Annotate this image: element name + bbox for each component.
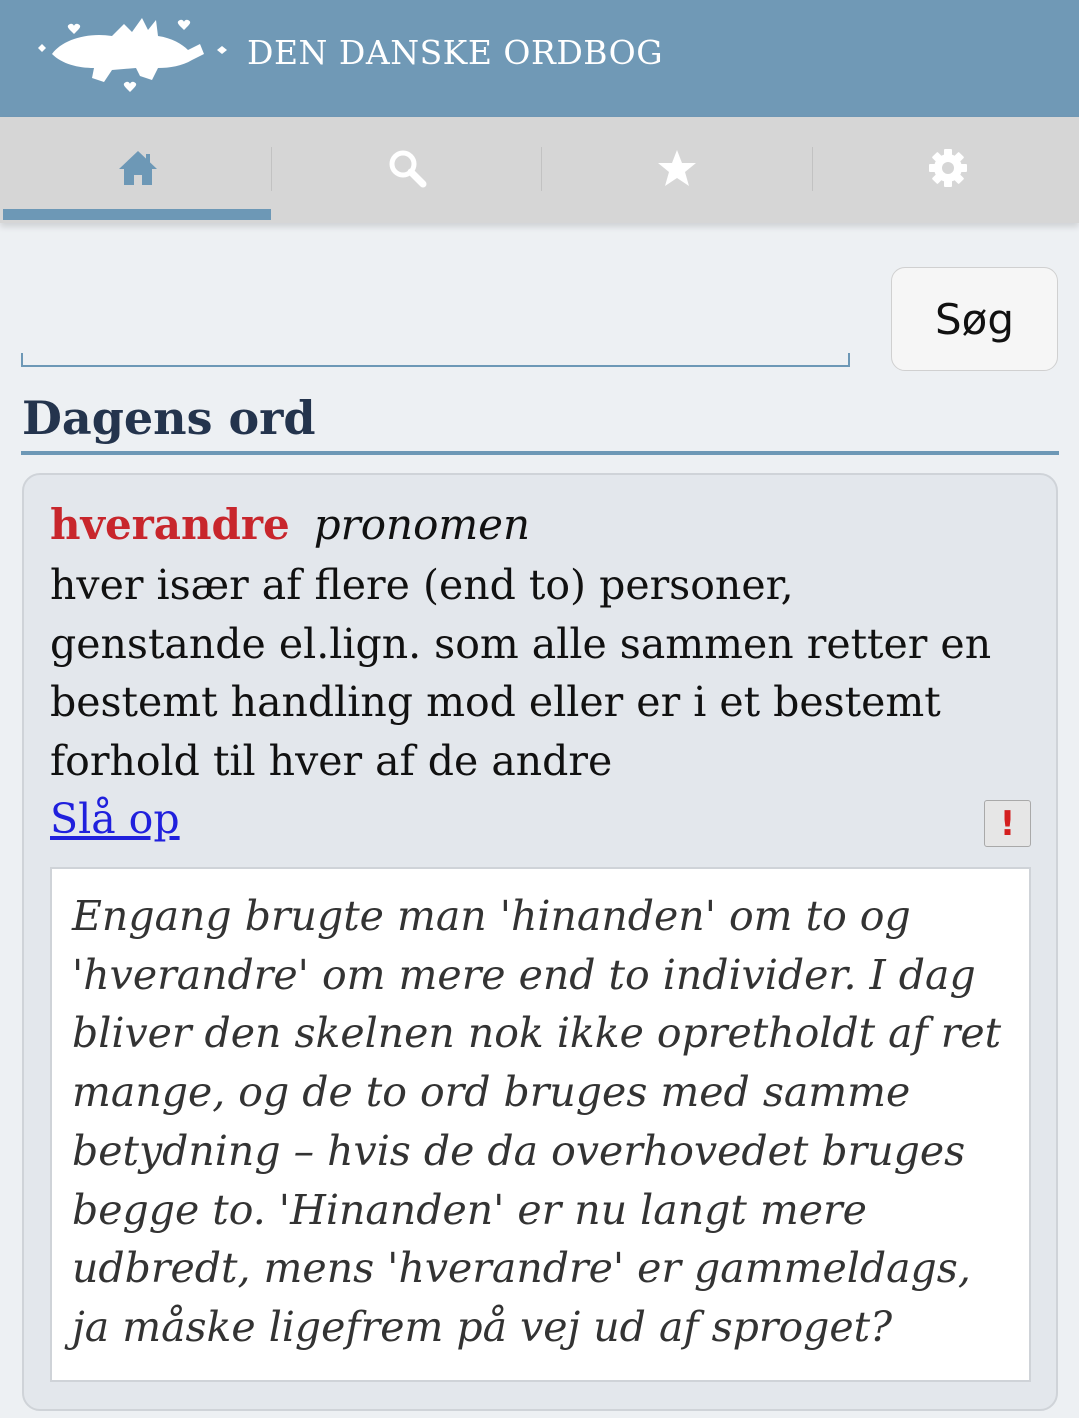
tab-favorites[interactable] [542, 117, 812, 223]
word-class: pronomen [313, 500, 531, 549]
exclamation-icon: ! [999, 803, 1016, 844]
tab-bar [0, 117, 1079, 223]
search-input-underline [21, 353, 850, 367]
headword-line: hverandre pronomen [50, 500, 530, 549]
danish-lions-logo [38, 18, 227, 92]
active-tab-indicator [3, 209, 271, 220]
headword: hverandre [50, 500, 290, 549]
section-divider [21, 451, 1059, 455]
search-icon [389, 150, 427, 188]
search-button[interactable]: Søg [891, 267, 1058, 371]
section-title: Dagens ord [22, 391, 316, 445]
definition-text: hver især af flere (end to) personer, ge… [50, 561, 992, 786]
star-icon [658, 150, 696, 186]
home-icon [119, 151, 157, 185]
report-error-button[interactable]: ! [984, 800, 1031, 847]
usage-note-text: Engang brugte man 'hinanden' om to og 'h… [72, 892, 1002, 1351]
tab-settings[interactable] [813, 117, 1079, 223]
app-title: DEN DANSKE ORDBOG [247, 33, 664, 72]
app-header: DEN DANSKE ORDBOG [0, 0, 1079, 117]
tab-search[interactable] [272, 117, 542, 223]
lookup-link[interactable]: Slå op [50, 795, 180, 843]
gear-icon [929, 149, 967, 187]
tab-home[interactable] [3, 117, 273, 223]
